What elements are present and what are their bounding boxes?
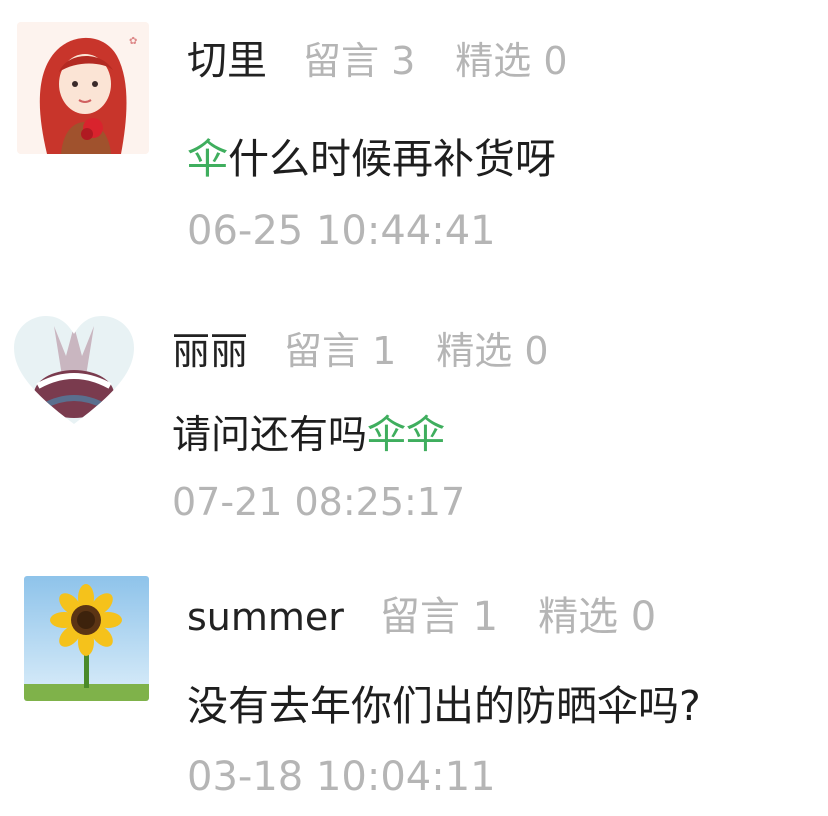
comment-text: 没有去年你们出的防晒伞吗? <box>187 672 701 732</box>
featured-count[interactable]: 精选 0 <box>538 584 656 642</box>
reply-count[interactable]: 留言 1 <box>284 320 396 375</box>
svg-text:✿: ✿ <box>129 36 137 47</box>
featured-count[interactable]: 精选 0 <box>455 30 567 85</box>
comment-text: 伞什么时候再补货呀 <box>187 125 556 185</box>
timestamp: 06-25 10:44:41 <box>187 208 496 254</box>
comment-body: 请问还有吗 <box>172 413 368 458</box>
highlight-text: 伞 <box>187 135 228 183</box>
reply-count[interactable]: 留言 3 <box>303 30 415 85</box>
red-haired-girl-avatar-icon: ✿ <box>17 22 149 154</box>
comment-text: 请问还有吗伞伞 <box>172 404 445 460</box>
avatar[interactable]: ✿ <box>17 22 149 154</box>
comment-item: 丽丽 留言 1 精选 0 请问还有吗伞伞 07-21 08:25:17 <box>0 300 828 550</box>
timestamp: 03-18 10:04:11 <box>187 754 496 800</box>
comment-header: 丽丽 留言 1 精选 0 <box>172 320 549 375</box>
comment-header: summer 留言 1 精选 0 <box>187 584 656 642</box>
avatar[interactable] <box>14 316 134 426</box>
comment-body: 没有去年你们出的防晒伞吗? <box>187 682 701 730</box>
sunflower-avatar-icon <box>24 576 149 701</box>
highlight-text: 伞伞 <box>367 413 446 458</box>
reply-count[interactable]: 留言 1 <box>380 584 498 642</box>
heart-shaped-photo-avatar-icon <box>14 316 134 424</box>
author-name[interactable]: 切里 <box>187 28 267 86</box>
comment-item: summer 留言 1 精选 0 没有去年你们出的防晒伞吗? 03-18 10:… <box>0 560 828 816</box>
comment-item: ✿ 切里 留言 3 精选 0 伞什么时候再补货呀 06-25 10:44:41 <box>0 0 828 280</box>
author-name[interactable]: summer <box>187 595 344 639</box>
comment-header: 切里 留言 3 精选 0 <box>187 28 568 86</box>
comment-body: 什么时候再补货呀 <box>228 135 556 183</box>
timestamp: 07-21 08:25:17 <box>172 480 466 524</box>
avatar[interactable] <box>24 576 149 701</box>
author-name[interactable]: 丽丽 <box>172 320 248 375</box>
featured-count[interactable]: 精选 0 <box>436 320 548 375</box>
